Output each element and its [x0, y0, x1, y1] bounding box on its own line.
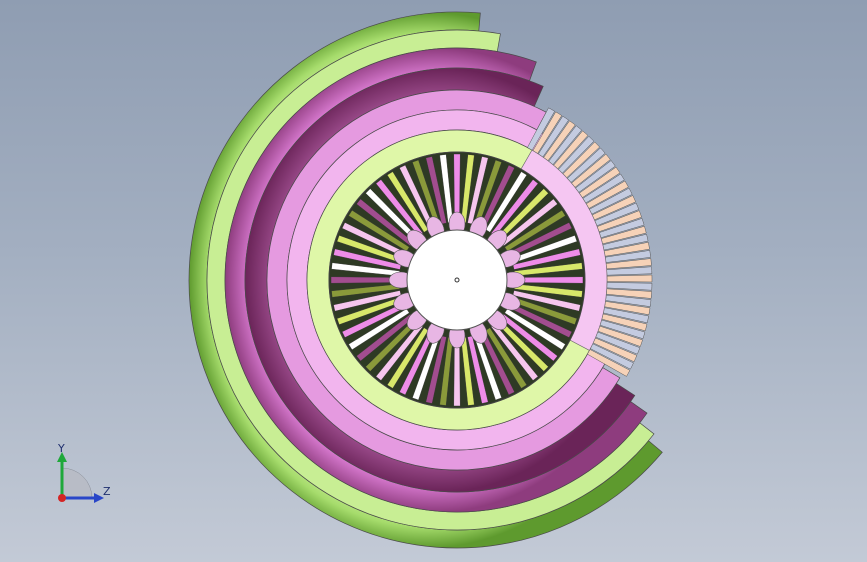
- axis-triad: Y Z: [48, 440, 118, 510]
- x-axis-dot: [58, 494, 66, 502]
- 3d-model-view[interactable]: [0, 0, 867, 562]
- y-axis-label: Y: [58, 442, 65, 455]
- z-axis-label: Z: [103, 485, 111, 498]
- blade: [606, 274, 653, 283]
- hub-disc: [406, 229, 508, 331]
- triad-base-quadrant: [61, 467, 93, 499]
- hub-assembly: [388, 211, 526, 349]
- graphics-viewport[interactable]: Y Z: [0, 0, 867, 562]
